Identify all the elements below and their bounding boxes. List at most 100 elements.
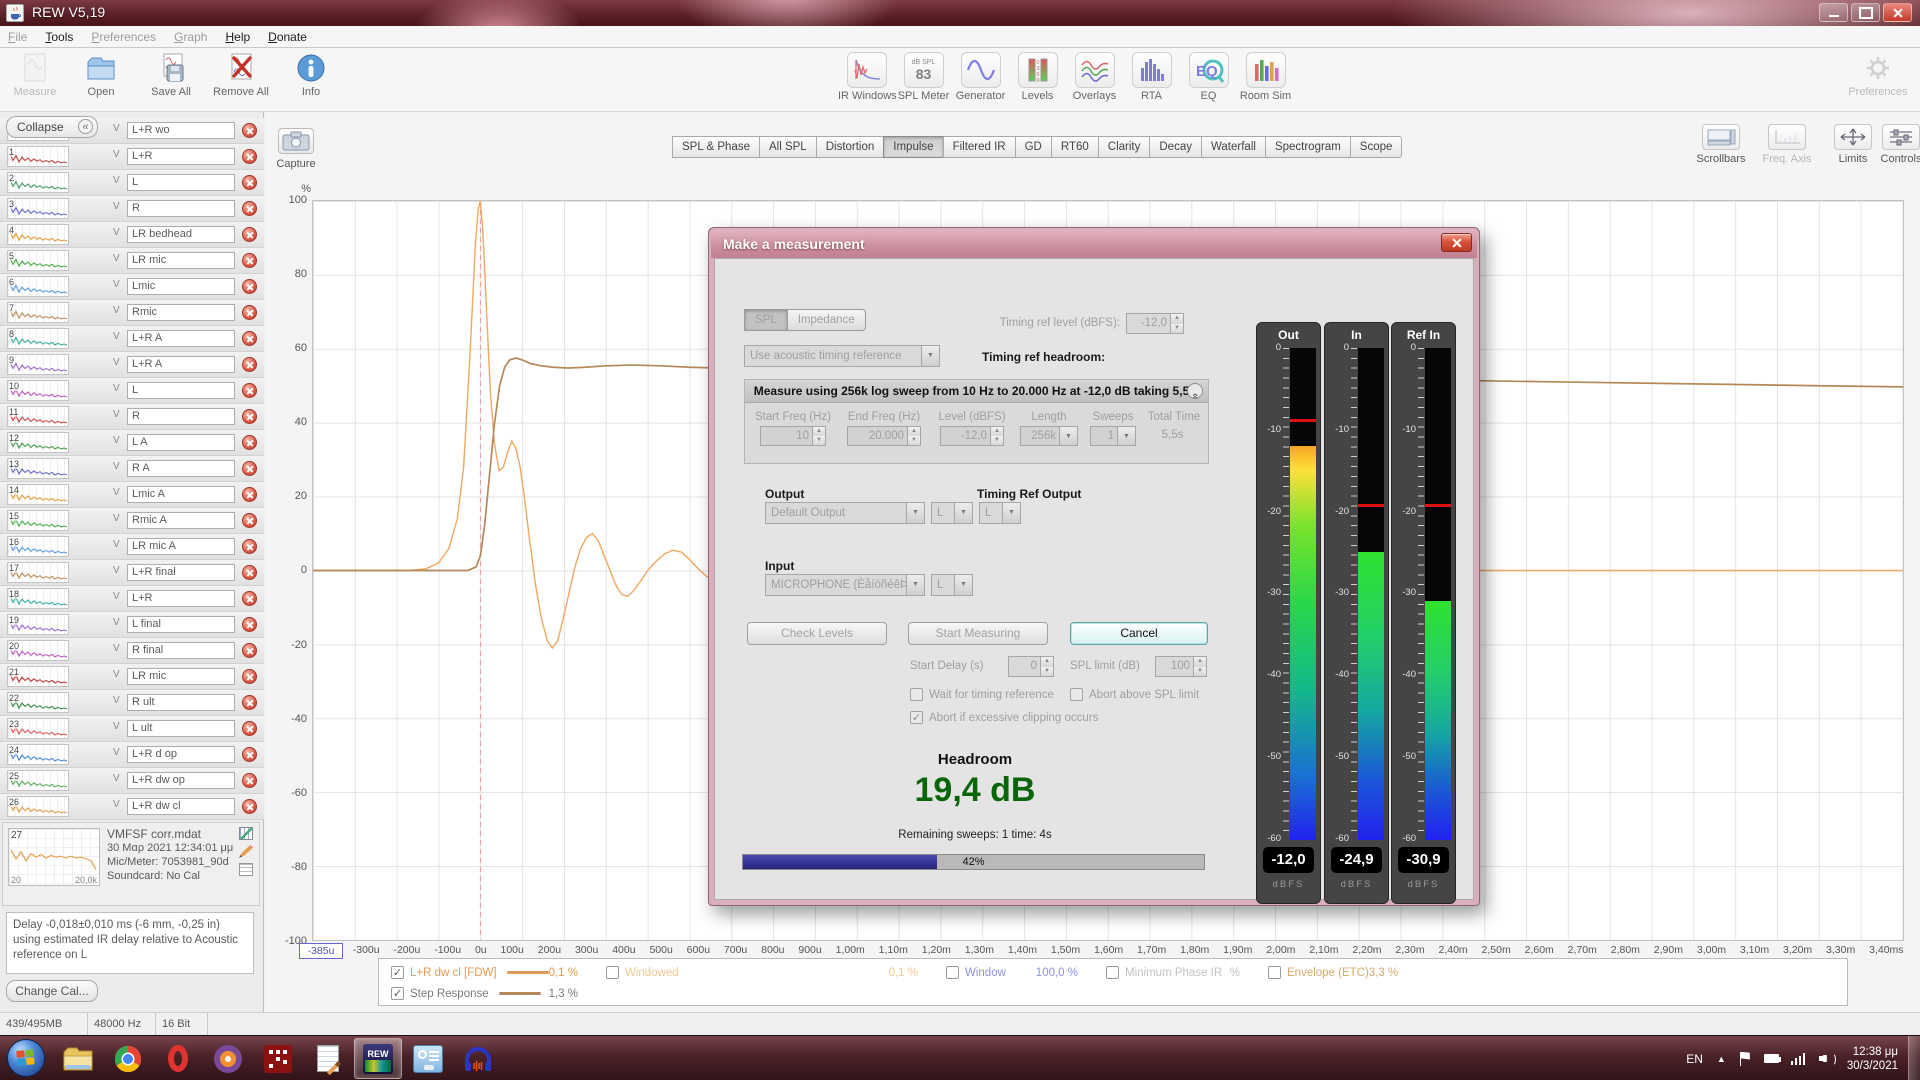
delete-measurement-button[interactable] [242,331,257,346]
graph-tab[interactable]: Filtered IR [943,136,1015,158]
measurement-row[interactable]: 14 V Lmic A [0,482,264,508]
measurement-name-input[interactable]: L A [127,434,235,451]
dialog-checkbox[interactable]: Abort above SPL limit [1070,688,1199,701]
taskbar-chrome-button[interactable] [104,1038,152,1079]
start-button[interactable] [7,1039,45,1077]
delete-measurement-button[interactable] [242,591,257,606]
measurement-name-input[interactable]: R A [127,460,235,477]
measurement-thumbnail[interactable]: 7 [7,302,69,323]
measurement-name-input[interactable]: LR mic [127,252,235,269]
measurement-row[interactable]: 6 V Lmic [0,274,264,300]
measurement-thumbnail[interactable]: 22 [7,692,69,713]
measurement-row[interactable]: 25 V L+R dw op [0,768,264,794]
measurement-thumbnail[interactable]: 20 [7,640,69,661]
graph-tab[interactable]: Impulse [883,136,942,158]
delete-measurement-button[interactable] [242,383,257,398]
measurement-thumbnail[interactable]: 3 [7,198,69,219]
measurement-thumbnail[interactable]: 5 [7,250,69,271]
measurement-thumbnail[interactable]: 6 [7,276,69,297]
delete-measurement-button[interactable] [242,721,257,736]
room-sim-button[interactable]: Room Sim [1237,52,1294,102]
measurement-row[interactable]: 2 V L [0,170,264,196]
action-center-flag-icon[interactable] [1740,1052,1752,1066]
measurement-row[interactable]: 13 V R A [0,456,264,482]
delete-measurement-button[interactable] [242,357,257,372]
taskbar-display-app-button[interactable] [404,1038,452,1079]
measurement-name-input[interactable]: L ult [127,720,235,737]
measurement-row[interactable]: 19 V L final [0,612,264,638]
measurement-name-input[interactable]: R [127,200,235,217]
measurement-name-input[interactable]: Lmic A [127,486,235,503]
overlays-button[interactable]: Overlays [1066,52,1123,102]
graph-tab[interactable]: SPL & Phase [672,136,759,158]
scrollbars-button[interactable]: Scrollbars [1692,124,1750,165]
dialog-checkbox[interactable]: Abort if excessive clipping occurs [910,711,1098,724]
show-hidden-icons-button[interactable]: ▲ [1717,1054,1726,1064]
delete-measurement-button[interactable] [242,149,257,164]
measurement-name-input[interactable]: R [127,408,235,425]
rta-button[interactable]: RTA [1123,52,1180,102]
delete-measurement-button[interactable] [242,565,257,580]
taskbar-rew-button[interactable]: REW [354,1038,402,1079]
measurement-name-input[interactable]: Rmic A [127,512,235,529]
graph-tab[interactable]: Clarity [1098,136,1150,158]
edit-chart-icon[interactable] [239,827,253,840]
graph-tab[interactable]: RT60 [1051,136,1098,158]
measurement-thumbnail[interactable]: 12 [7,432,69,453]
language-indicator[interactable]: EN [1686,1052,1703,1066]
graph-tab[interactable]: Decay [1149,136,1201,158]
measurement-name-input[interactable]: LR mic [127,668,235,685]
selected-measurement[interactable]: 27 20 20,0k VMFSF corr.mdat 30 Μαρ 2021 … [2,822,260,906]
taskbar-notepad-button[interactable] [304,1038,352,1079]
delete-measurement-button[interactable] [242,435,257,450]
field-input[interactable]: -12,0 ▲▼ ▼ [940,426,1004,446]
measurement-thumbnail[interactable]: 10 [7,380,69,401]
close-button[interactable] [1883,3,1912,22]
field-input[interactable]: 10 ▲▼ ▼ [760,426,826,446]
trace-checkbox[interactable] [606,966,619,979]
measurement-thumbnail[interactable]: 9 [7,354,69,375]
delete-measurement-button[interactable] [242,253,257,268]
trace-checkbox[interactable] [391,966,404,979]
measurement-name-input[interactable]: L final [127,616,235,633]
measurement-row[interactable]: 23 V L ult [0,716,264,742]
graph-tab[interactable]: Spectrogram [1265,136,1350,158]
measurement-row[interactable]: 16 V LR mic A [0,534,264,560]
measurement-name-input[interactable]: L+R A [127,356,235,373]
dialog-title[interactable]: Make a measurement [711,230,1477,258]
graph-tab[interactable]: Waterfall [1201,136,1265,158]
measurement-name-input[interactable]: R final [127,642,235,659]
input-channel-select[interactable]: L▼ [931,574,973,596]
menu-item[interactable]: Help [225,30,250,44]
measurement-thumbnail[interactable]: 2 [7,172,69,193]
timing-ref-output-channel-select[interactable]: L▼ [979,502,1021,524]
menu-item[interactable]: Donate [268,30,307,44]
remove-all-button[interactable]: Remove All [210,52,272,98]
measurement-thumbnail[interactable]: 11 [7,406,69,427]
delete-measurement-button[interactable] [242,669,257,684]
measurement-thumbnail[interactable]: 8 [7,328,69,349]
field-input[interactable]: 1 ▲▼ ▼ [1090,426,1136,446]
measurement-row[interactable]: 15 V Rmic A [0,508,264,534]
measurement-name-input[interactable]: L+R d op [127,746,235,763]
freq-axis-button[interactable]: Freq. Axis [1758,124,1816,165]
measurement-thumbnail[interactable]: 4 [7,224,69,245]
menu-item[interactable]: Preferences [91,30,156,44]
measurement-name-input[interactable]: LR bedhead [127,226,235,243]
check-levels-button[interactable]: Check Levels [747,622,887,645]
menu-item[interactable]: Graph [174,30,207,44]
measurement-name-input[interactable]: L+R wo [127,122,235,139]
trace-checkbox[interactable] [391,987,404,1000]
delete-measurement-button[interactable] [242,695,257,710]
delete-measurement-button[interactable] [242,409,257,424]
timing-ref-level-spinner[interactable]: -12,0 ▲▼ [1126,313,1184,334]
graph-tab[interactable]: Scope [1350,136,1403,158]
clock[interactable]: 12:38 μμ 30/3/2021 [1847,1045,1898,1073]
input-device-select[interactable]: MICROPHONE (ÈåíöñéêÞ...▼ [765,574,925,596]
cancel-button[interactable]: Cancel [1070,622,1208,645]
measurement-row[interactable]: 8 V L+R A [0,326,264,352]
spl-limit-spinner[interactable]: 100 ▲▼ [1155,656,1207,677]
save-all-button[interactable]: Save All [140,52,202,98]
taskbar-red-app-button[interactable] [254,1038,302,1079]
type-option[interactable]: Impedance [788,309,866,331]
